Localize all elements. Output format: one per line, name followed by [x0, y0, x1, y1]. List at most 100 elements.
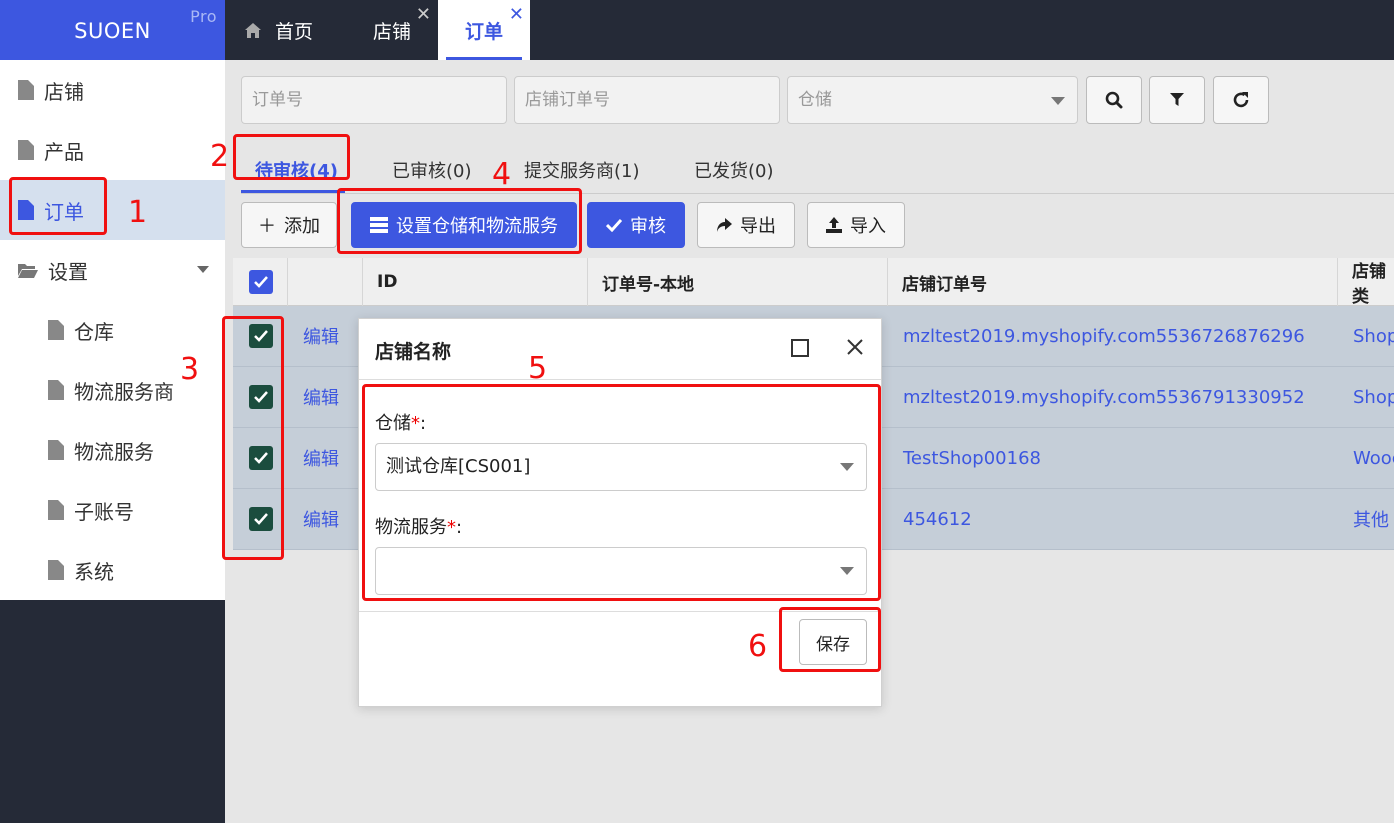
shop-order-no-cell: mzltest2019.myshopify.com5536791330952	[903, 386, 1305, 408]
sidebar-item-logistics-service[interactable]: 物流服务	[0, 420, 225, 480]
folder-open-icon	[18, 264, 38, 278]
annotation-number: 2	[210, 139, 230, 174]
brand-name: SUOEN	[74, 19, 151, 43]
tab-label: 首页	[275, 20, 314, 43]
annotation-number: 5	[528, 351, 548, 386]
add-button-label: 添加	[284, 216, 320, 237]
row-checkbox[interactable]	[249, 507, 273, 531]
dialog-divider	[359, 379, 881, 380]
brand-badge: Pro	[190, 7, 217, 26]
sidebar-item-settings[interactable]: 设置	[0, 240, 225, 300]
tab-shop[interactable]: 店铺 ✕	[347, 0, 437, 60]
export-button[interactable]: 导出	[697, 202, 795, 248]
sidebar-item-label: 系统	[74, 559, 114, 584]
check-icon	[606, 218, 622, 232]
check-icon	[254, 276, 268, 288]
maximize-icon[interactable]	[791, 339, 809, 357]
set-warehouse-logistics-button[interactable]: 设置仓储和物流服务	[351, 202, 577, 248]
import-button-label: 导入	[850, 216, 886, 237]
edit-link[interactable]: 编辑	[289, 367, 339, 427]
annotation-number: 1	[128, 195, 148, 230]
sidebar-item-order[interactable]: 订单	[0, 180, 225, 240]
search-button[interactable]	[1086, 76, 1142, 124]
shop-type-cell: 其他	[1353, 510, 1389, 531]
shop-order-no-cell: 454612	[903, 508, 972, 530]
order-no-input[interactable]: 订单号	[241, 76, 507, 124]
shop-type-cell: Shop	[1353, 325, 1394, 347]
row-checkbox[interactable]	[249, 385, 273, 409]
tab-order[interactable]: 订单 ✕	[438, 0, 530, 60]
shop-order-no-cell: TestShop00168	[903, 447, 1041, 469]
edit-link[interactable]: 编辑	[289, 489, 339, 549]
sidebar-item-label: 物流服务商	[74, 379, 174, 404]
sidebar-menu: 店铺 产品 订单 设置 仓库 物流服务商 物流服务 子账号 系统	[0, 60, 225, 600]
brand-logo: SUOEN Pro	[0, 0, 225, 60]
file-icon	[48, 500, 64, 520]
close-icon[interactable]: ✕	[416, 4, 431, 25]
set-warehouse-logistics-label: 设置仓储和物流服务	[396, 216, 558, 237]
filter-tab-submitted[interactable]: 提交服务商(1)	[524, 150, 640, 190]
filter-icon	[1170, 93, 1184, 106]
chevron-down-icon	[840, 567, 854, 575]
chevron-down-icon	[840, 463, 854, 471]
column-header-id: ID	[362, 258, 587, 306]
row-checkbox-cell	[233, 489, 273, 549]
warehouse-field-label: 仓储*:	[375, 409, 426, 435]
dialog-divider	[359, 611, 881, 612]
share-arrow-icon	[717, 218, 732, 232]
label-colon: :	[420, 413, 427, 434]
home-icon	[245, 22, 261, 38]
upload-icon	[826, 217, 842, 233]
column-header-shop-type: 店铺类	[1337, 258, 1394, 306]
check-icon	[254, 513, 268, 525]
column-header-shop-order-no: 店铺订单号	[887, 258, 1337, 306]
filter-tab-shipped[interactable]: 已发货(0)	[694, 150, 774, 190]
tab-home[interactable]: 首页	[245, 0, 345, 60]
search-icon	[1105, 91, 1123, 109]
column-header-local-order-no: 订单号-本地	[587, 258, 887, 306]
check-icon	[254, 391, 268, 403]
tab-divider	[241, 193, 1394, 194]
close-icon[interactable]	[843, 335, 867, 359]
row-checkbox-cell	[233, 428, 273, 488]
save-button[interactable]: 保存	[799, 619, 867, 665]
filter-tab-pending[interactable]: 待审核(4)	[255, 150, 338, 190]
sidebar-item-product[interactable]: 产品	[0, 120, 225, 180]
review-button[interactable]: 审核	[587, 202, 685, 248]
row-checkbox[interactable]	[249, 446, 273, 470]
filter-tab-reviewed[interactable]: 已审核(0)	[392, 150, 472, 190]
row-checkbox[interactable]	[249, 324, 273, 348]
sidebar-item-sub-account[interactable]: 子账号	[0, 480, 225, 540]
file-icon	[48, 380, 64, 400]
edit-link[interactable]: 编辑	[289, 306, 339, 366]
sidebar-item-label: 订单	[44, 199, 84, 224]
select-all-cell	[233, 258, 287, 306]
file-icon	[18, 140, 34, 160]
sidebar-item-system[interactable]: 系统	[0, 540, 225, 600]
row-checkbox-cell	[233, 306, 273, 366]
tab-label: 订单	[464, 20, 503, 43]
warehouse-logistics-dialog: 店铺名称 仓储*: 测试仓库[CS001] 物流服务*: 保存	[358, 318, 882, 707]
edit-link[interactable]: 编辑	[289, 428, 339, 488]
required-mark: *	[411, 413, 420, 434]
filter-button[interactable]	[1149, 76, 1205, 124]
logistics-service-field[interactable]	[375, 547, 867, 595]
chevron-down-icon	[1051, 97, 1065, 105]
export-button-label: 导出	[740, 216, 776, 237]
top-tab-bar: 首页 店铺 ✕ 订单 ✕	[225, 0, 1394, 60]
shop-order-no-input[interactable]: 店铺订单号	[514, 76, 780, 124]
add-button[interactable]: ＋ 添加	[241, 202, 337, 248]
shop-order-no-cell: mzltest2019.myshopify.com5536726876296	[903, 325, 1305, 347]
import-button[interactable]: 导入	[807, 202, 905, 248]
warehouse-select[interactable]: 仓储	[787, 76, 1078, 124]
refresh-button[interactable]	[1213, 76, 1269, 124]
sidebar: SUOEN Pro 店铺 产品 订单 设置 仓库 物流服务商 物流服务 子账号 …	[0, 0, 225, 823]
warehouse-field[interactable]: 测试仓库[CS001]	[375, 443, 867, 491]
select-all-checkbox[interactable]	[249, 270, 273, 294]
sidebar-item-warehouse[interactable]: 仓库	[0, 300, 225, 360]
check-icon	[254, 452, 268, 464]
annotation-number: 4	[492, 157, 512, 192]
close-icon[interactable]: ✕	[509, 4, 524, 25]
sidebar-item-shop[interactable]: 店铺	[0, 60, 225, 120]
sidebar-item-label: 物流服务	[74, 439, 154, 464]
